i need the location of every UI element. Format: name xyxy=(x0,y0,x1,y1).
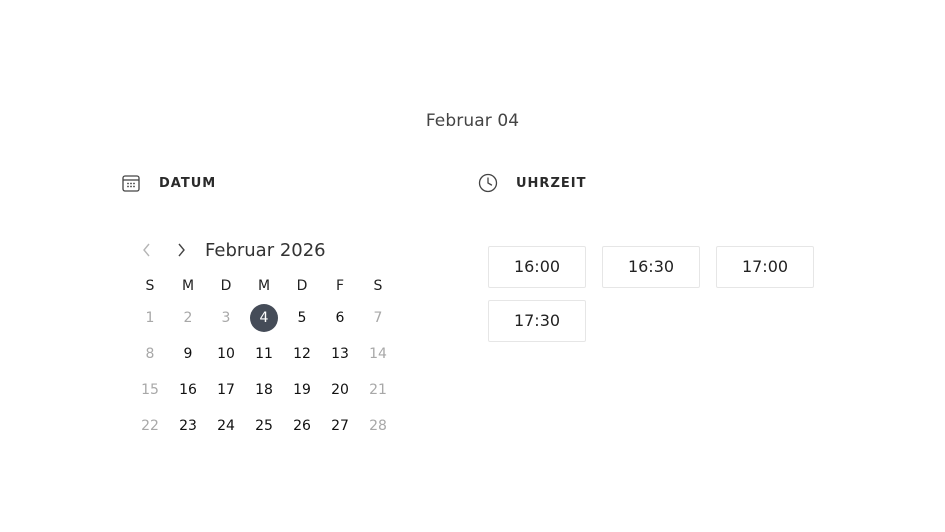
time-slot-button[interactable]: 17:00 xyxy=(716,246,814,288)
month-label: Februar 2026 xyxy=(205,239,326,261)
calendar-day[interactable]: 24 xyxy=(207,412,245,440)
time-slot-button[interactable]: 17:30 xyxy=(488,300,586,342)
weekday-label: D xyxy=(296,278,308,294)
calendar-day[interactable]: 27 xyxy=(321,412,359,440)
calendar-week: 22 23 24 25 26 27 28 xyxy=(131,412,397,440)
calendar: Februar 2026 S M D M D F S 1 2 3 4 5 6 7… xyxy=(131,236,397,440)
weekday-header: S M D M D F S xyxy=(131,276,397,296)
calendar-day[interactable]: 16 xyxy=(169,376,207,404)
clock-icon xyxy=(478,172,498,194)
calendar-day[interactable]: 23 xyxy=(169,412,207,440)
calendar-day[interactable]: 18 xyxy=(245,376,283,404)
calendar-day: 21 xyxy=(369,382,387,398)
calendar-nav: Februar 2026 xyxy=(131,236,397,264)
calendar-day[interactable]: 13 xyxy=(321,340,359,368)
calendar-day: 22 xyxy=(141,418,159,434)
date-section-label: DATUM xyxy=(159,175,217,191)
appointment-picker: Februar 04 DATUM UHRZEIT Februar 2026 S … xyxy=(0,0,945,532)
prev-month-button[interactable] xyxy=(137,236,157,264)
chevron-right-icon xyxy=(178,243,185,257)
calendar-day[interactable]: 10 xyxy=(207,340,245,368)
weekday-label: S xyxy=(145,278,155,294)
time-section-header: UHRZEIT xyxy=(478,172,586,194)
weekday-label: D xyxy=(220,278,232,294)
calendar-icon xyxy=(121,172,141,194)
calendar-day: 28 xyxy=(369,418,387,434)
calendar-day: 3 xyxy=(221,310,231,326)
weekday-label: M xyxy=(257,278,271,294)
calendar-day: 15 xyxy=(141,382,159,398)
calendar-week: 1 2 3 4 5 6 7 xyxy=(131,304,397,332)
calendar-day[interactable]: 11 xyxy=(245,340,283,368)
calendar-day: 14 xyxy=(369,346,387,362)
calendar-day[interactable]: 25 xyxy=(245,412,283,440)
calendar-day[interactable]: 26 xyxy=(283,412,321,440)
calendar-day: 8 xyxy=(145,346,155,362)
calendar-day[interactable]: 12 xyxy=(283,340,321,368)
calendar-week: 8 9 10 11 12 13 14 xyxy=(131,340,397,368)
calendar-day-selected[interactable]: 4 xyxy=(245,304,283,332)
weekday-label: F xyxy=(335,278,345,294)
weekday-label: M xyxy=(181,278,195,294)
time-slot-button[interactable]: 16:30 xyxy=(602,246,700,288)
calendar-day[interactable]: 17 xyxy=(207,376,245,404)
calendar-day[interactable]: 9 xyxy=(169,340,207,368)
calendar-week: 15 16 17 18 19 20 21 xyxy=(131,376,397,404)
time-section-label: UHRZEIT xyxy=(516,175,587,191)
calendar-day: 7 xyxy=(373,310,383,326)
calendar-day: 1 xyxy=(145,310,155,326)
next-month-button[interactable] xyxy=(171,236,191,264)
selected-date-title: Februar 04 xyxy=(425,111,520,131)
time-slot-button[interactable]: 16:00 xyxy=(488,246,586,288)
calendar-day: 2 xyxy=(183,310,193,326)
date-section-header: DATUM xyxy=(121,172,216,194)
weekday-label: S xyxy=(373,278,383,294)
chevron-left-icon xyxy=(143,243,150,257)
calendar-day[interactable]: 19 xyxy=(283,376,321,404)
calendar-day[interactable]: 6 xyxy=(321,304,359,332)
calendar-day[interactable]: 20 xyxy=(321,376,359,404)
calendar-day[interactable]: 5 xyxy=(283,304,321,332)
